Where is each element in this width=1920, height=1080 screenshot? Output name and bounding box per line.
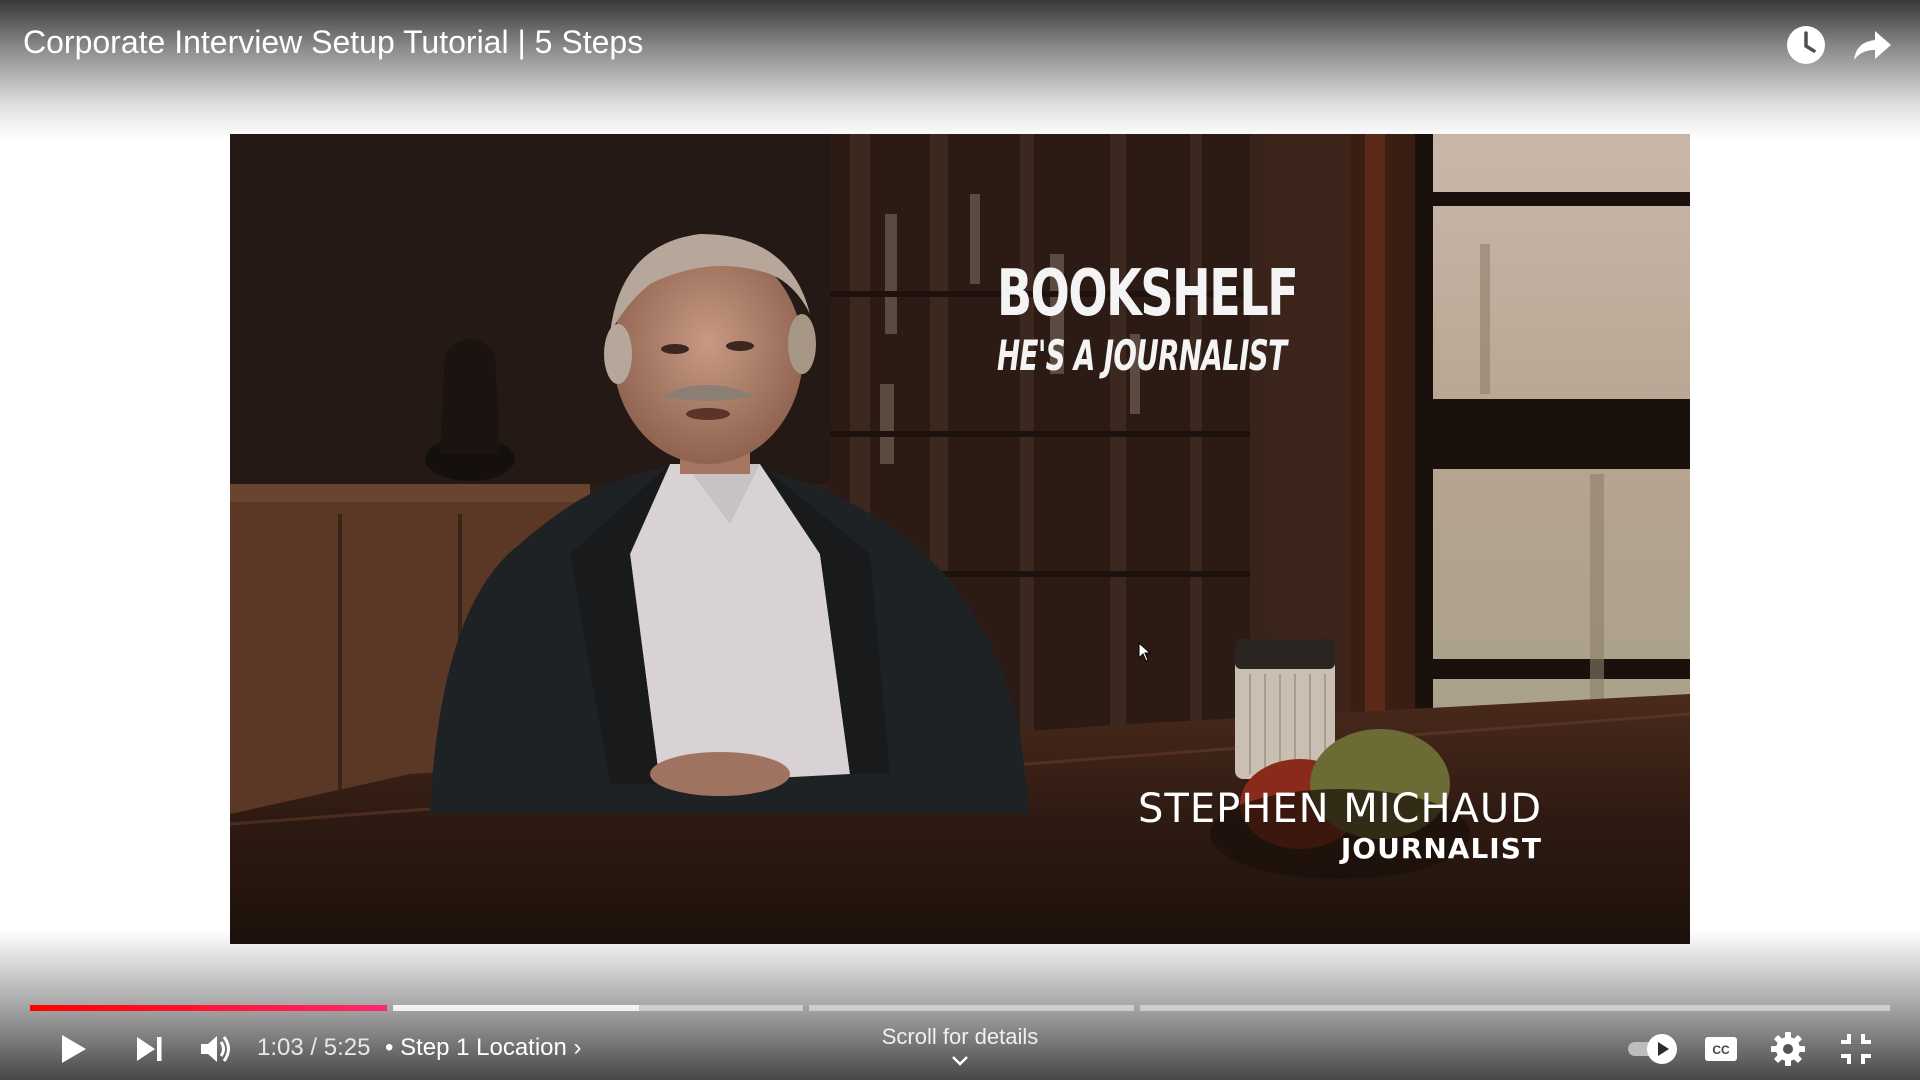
autoplay-toggle[interactable]: [1624, 1026, 1684, 1072]
clock-icon: [1787, 26, 1825, 64]
video-player[interactable]: BOOKSHELF HE'S A JOURNALIST STEPHEN MICH…: [0, 0, 1920, 1080]
progress-chapter-segment[interactable]: [392, 1005, 804, 1011]
chevron-down-icon[interactable]: [950, 1054, 970, 1068]
progress-chapter-segment[interactable]: [1140, 1005, 1890, 1011]
watch-later-button[interactable]: [1783, 22, 1829, 68]
volume-icon: [201, 1036, 230, 1062]
chapter-button[interactable]: • Step 1 Location ›: [385, 1034, 582, 1062]
top-gradient: [0, 0, 1920, 140]
progress-played: [30, 1005, 387, 1011]
chevron-right-icon: ›: [573, 1034, 582, 1061]
scroll-for-details[interactable]: Scroll for details: [860, 1024, 1060, 1050]
share-arrow-icon: [1854, 31, 1891, 60]
progress-buffer: [392, 1005, 640, 1011]
next-icon: [137, 1037, 162, 1061]
video-overlay-title: BOOKSHELF: [997, 257, 1299, 331]
exit-fullscreen-icon: [1841, 1034, 1871, 1064]
player-controls: 1:03 / 5:25 • Step 1 Location › Scroll f…: [0, 1020, 1920, 1075]
svg-text:CC: CC: [1712, 1043, 1730, 1057]
chapter-dot: •: [385, 1034, 394, 1061]
lower-third-name: STEPHEN MICHAUD: [1138, 786, 1542, 832]
settings-gear-icon: [1771, 1032, 1805, 1066]
time-separator: /: [303, 1034, 324, 1061]
play-icon: [62, 1035, 86, 1063]
progress-chapter-segment[interactable]: [30, 1005, 387, 1011]
autoplay-toggle-icon: [1628, 1034, 1677, 1064]
volume-button[interactable]: [193, 1026, 239, 1072]
time-display: 1:03 / 5:25: [257, 1034, 370, 1062]
video-title[interactable]: Corporate Interview Setup Tutorial | 5 S…: [23, 24, 643, 61]
lower-third-role: JOURNALIST: [1340, 832, 1542, 865]
current-time: 1:03: [257, 1034, 304, 1061]
share-button[interactable]: [1849, 22, 1895, 68]
next-button[interactable]: [126, 1026, 172, 1072]
play-button[interactable]: [49, 1026, 95, 1072]
chapter-label: Step 1 Location: [400, 1034, 567, 1061]
settings-button[interactable]: [1765, 1026, 1811, 1072]
exit-fullscreen-button[interactable]: [1833, 1026, 1879, 1072]
video-frame[interactable]: BOOKSHELF HE'S A JOURNALIST STEPHEN MICH…: [230, 134, 1690, 944]
video-overlay-subtitle: HE'S A JOURNALIST: [997, 331, 1287, 380]
duration: 5:25: [323, 1034, 371, 1061]
progress-bar[interactable]: [30, 1005, 1890, 1011]
mouse-cursor-icon: [1138, 642, 1152, 662]
progress-chapter-segment[interactable]: [809, 1005, 1135, 1011]
captions-icon: CC: [1705, 1037, 1737, 1061]
captions-button[interactable]: CC: [1698, 1026, 1744, 1072]
